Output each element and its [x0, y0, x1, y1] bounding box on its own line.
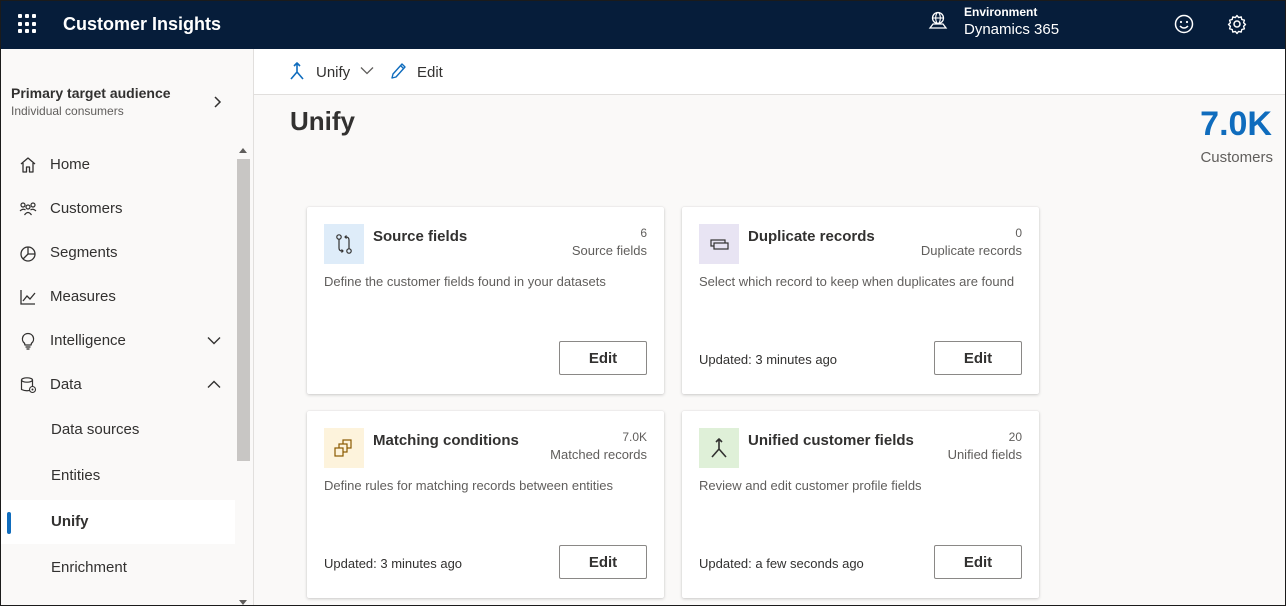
- card-updated: Updated: 3 minutes ago: [324, 556, 463, 571]
- nav-label-data: Data: [50, 376, 82, 393]
- nav-label-intelligence: Intelligence: [50, 332, 126, 349]
- card-title: Unified customer fields: [748, 432, 914, 449]
- card-title: Matching conditions: [373, 432, 519, 449]
- matching-conditions-icon: [324, 428, 364, 468]
- pencil-icon: [391, 63, 406, 79]
- nav-item-entities[interactable]: Entities: [1, 454, 235, 498]
- customers-count-label: Customers: [1200, 149, 1273, 166]
- lightbulb-icon: [21, 332, 35, 350]
- card-description: Select which record to keep when duplica…: [699, 274, 1015, 289]
- chevron-up-icon[interactable]: [207, 380, 221, 389]
- chevron-down-icon[interactable]: [360, 66, 374, 75]
- card-count-label: Unified fields: [947, 447, 1022, 462]
- environment-label: Environment: [964, 5, 1038, 19]
- feedback-smile-icon[interactable]: [1173, 13, 1195, 35]
- home-icon: [20, 157, 36, 173]
- unify-command-label: Unify: [316, 64, 351, 81]
- card-title: Duplicate records: [748, 228, 875, 245]
- app-launcher-icon[interactable]: [18, 14, 38, 34]
- nav-label-enrichment: Enrichment: [51, 559, 127, 576]
- app-window: Customer Insights Environment Dynamics 3…: [0, 0, 1286, 606]
- nav-label-home: Home: [50, 156, 91, 173]
- nav-item-home[interactable]: Home: [1, 143, 235, 187]
- source-fields-card: Source fields 6 Source fields Define the…: [307, 207, 664, 394]
- edit-command-label: Edit: [417, 64, 443, 81]
- sidebar: Primary target audience Individual consu…: [1, 49, 254, 605]
- nav-label-data-sources: Data sources: [51, 421, 140, 438]
- merge-icon: [290, 62, 304, 80]
- card-count: 6: [640, 226, 647, 240]
- nav-label-entities: Entities: [51, 467, 101, 484]
- card-count: 7.0K: [622, 430, 647, 444]
- chevron-right-icon[interactable]: [211, 95, 223, 109]
- nav-item-segments[interactable]: Segments: [1, 231, 235, 275]
- unified-fields-edit-button[interactable]: Edit: [934, 545, 1022, 579]
- nav-label-unify: Unify: [51, 513, 89, 530]
- card-updated: Updated: a few seconds ago: [699, 556, 864, 571]
- line-chart-icon: [20, 290, 36, 305]
- card-description: Define the customer fields found in your…: [324, 274, 606, 289]
- active-indicator: [7, 512, 11, 534]
- nav-label-customers: Customers: [50, 200, 123, 217]
- nav-item-data-sources[interactable]: Data sources: [1, 408, 235, 452]
- unified-customer-fields-card: Unified customer fields 20 Unified field…: [682, 411, 1039, 598]
- nav-item-enrichment[interactable]: Enrichment: [1, 546, 235, 590]
- top-bar: Customer Insights Environment Dynamics 3…: [1, 1, 1285, 49]
- nav-item-measures[interactable]: Measures: [1, 275, 235, 319]
- source-fields-icon: [324, 224, 364, 264]
- environment-name[interactable]: Dynamics 365: [964, 21, 1059, 38]
- card-description: Review and edit customer profile fields: [699, 478, 922, 493]
- duplicate-records-icon: [699, 224, 739, 264]
- card-updated: Updated: 3 minutes ago: [699, 352, 838, 367]
- card-description: Define rules for matching records betwee…: [324, 478, 614, 493]
- scroll-thumb[interactable]: [237, 159, 250, 461]
- duplicate-records-edit-button[interactable]: Edit: [934, 341, 1022, 375]
- nav-item-unify[interactable]: Unify: [1, 500, 235, 544]
- nav-label-measures: Measures: [50, 288, 116, 305]
- matching-conditions-edit-button[interactable]: Edit: [559, 545, 647, 579]
- unify-command-button[interactable]: Unify: [288, 61, 378, 83]
- unified-fields-merge-icon: [699, 428, 739, 468]
- audience-switcher[interactable]: Primary target audience Individual consu…: [11, 85, 171, 118]
- page-title: Unify: [290, 106, 355, 136]
- settings-gear-icon[interactable]: [1226, 13, 1248, 35]
- scroll-up-arrow-icon[interactable]: [239, 148, 247, 153]
- card-count-label: Duplicate records: [920, 243, 1022, 258]
- card-count-label: Matched records: [550, 447, 647, 462]
- app-title: Customer Insights: [63, 14, 222, 34]
- audience-subtitle: Individual consumers: [11, 104, 124, 118]
- card-count: 0: [1015, 226, 1022, 240]
- audience-title: Primary target audience: [11, 85, 171, 101]
- source-fields-edit-button[interactable]: Edit: [559, 341, 647, 375]
- customers-count: 7.0K: [1200, 105, 1272, 143]
- scroll-down-arrow-icon[interactable]: [239, 600, 247, 605]
- sidebar-scrollbar[interactable]: [236, 145, 251, 605]
- globe-icon[interactable]: [928, 11, 948, 31]
- card-title: Source fields: [373, 228, 468, 245]
- command-bar: Unify Edit: [254, 49, 1285, 95]
- pie-segments-icon: [20, 246, 36, 262]
- people-icon: [19, 202, 37, 216]
- edit-command-button[interactable]: Edit: [389, 61, 459, 83]
- nav-item-intelligence[interactable]: Intelligence: [1, 319, 235, 363]
- matching-conditions-card: Matching conditions 7.0K Matched records…: [307, 411, 664, 598]
- card-count: 20: [1008, 430, 1022, 444]
- database-icon: [20, 377, 37, 394]
- nav-label-segments: Segments: [50, 244, 118, 261]
- nav-item-data[interactable]: Data: [1, 363, 235, 407]
- duplicate-records-card: Duplicate records 0 Duplicate records Se…: [682, 207, 1039, 394]
- chevron-down-icon[interactable]: [207, 336, 221, 345]
- nav-item-customers[interactable]: Customers: [1, 187, 235, 231]
- card-count-label: Source fields: [571, 243, 647, 258]
